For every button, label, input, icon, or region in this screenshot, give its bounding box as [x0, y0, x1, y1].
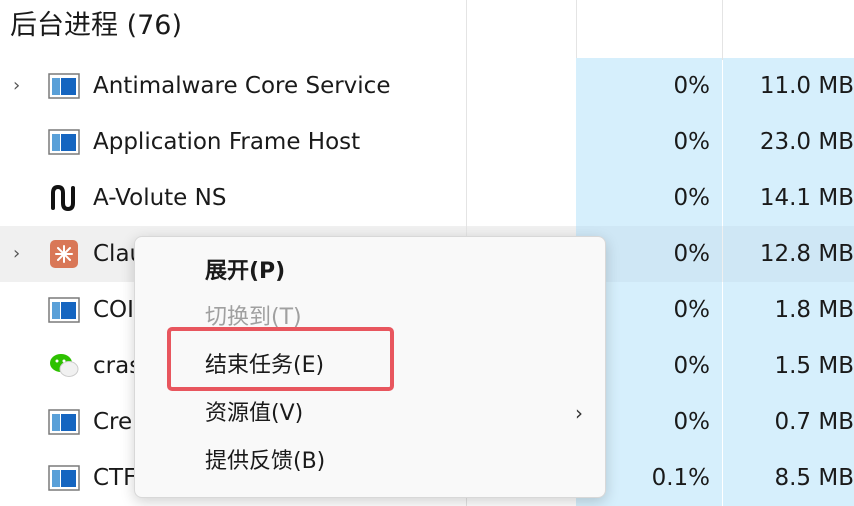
- menu-item-label: 提供反馈(B): [205, 449, 326, 474]
- wechat-icon: [48, 352, 80, 380]
- menu-item-expand[interactable]: 展开(P): [135, 249, 605, 295]
- memory-value: 1.5 MB: [774, 353, 854, 379]
- app-window-icon: [48, 128, 80, 156]
- chevron-right-icon[interactable]: ›: [13, 76, 29, 96]
- column-divider: [466, 58, 467, 114]
- process-name: Application Frame Host: [93, 129, 361, 155]
- column-divider: [466, 0, 467, 60]
- menu-item-feedback[interactable]: 提供反馈(B): [135, 439, 605, 485]
- highlight-box: [167, 327, 394, 391]
- process-name: CTF: [93, 465, 137, 491]
- process-name: COI: [93, 297, 134, 323]
- process-row-antimalware[interactable]: › Antimalware Core Service 0% 11.0 MB: [0, 58, 854, 114]
- memory-value: 14.1 MB: [759, 185, 854, 211]
- menu-item-label: 资源值(V): [205, 401, 304, 426]
- section-title: 后台进程 (76): [10, 10, 183, 41]
- app-window-icon: [48, 464, 80, 492]
- app-window-icon: [48, 72, 80, 100]
- menu-item-resource-values[interactable]: 资源值(V) ›: [135, 391, 605, 437]
- cpu-value: 0%: [673, 73, 711, 99]
- process-row-application-frame-host[interactable]: Application Frame Host 0% 23.0 MB: [0, 114, 854, 170]
- memory-value: 23.0 MB: [759, 129, 854, 155]
- process-name: Cre: [93, 409, 133, 435]
- process-name: Antimalware Core Service: [93, 73, 391, 99]
- column-divider: [466, 114, 467, 170]
- claude-logo-icon: [48, 240, 80, 268]
- chevron-right-icon[interactable]: ›: [13, 244, 29, 264]
- process-row-a-volute[interactable]: A-Volute NS 0% 14.1 MB: [0, 170, 854, 226]
- memory-value: 1.8 MB: [774, 297, 854, 323]
- menu-item-label: 展开(P): [205, 259, 286, 284]
- column-divider: [576, 0, 577, 60]
- memory-value: 8.5 MB: [774, 465, 854, 491]
- cpu-value: 0%: [673, 129, 711, 155]
- column-divider: [722, 0, 723, 60]
- app-window-icon: [48, 296, 80, 324]
- chevron-right-icon: ›: [575, 401, 583, 425]
- memory-value: 0.7 MB: [774, 409, 854, 435]
- memory-value: 11.0 MB: [759, 73, 854, 99]
- column-divider: [466, 170, 467, 226]
- process-name: A-Volute NS: [93, 185, 227, 211]
- cpu-value: 0%: [673, 185, 711, 211]
- app-window-icon: [48, 408, 80, 436]
- avolute-wave-icon: [48, 184, 80, 212]
- memory-value: 12.8 MB: [759, 241, 854, 267]
